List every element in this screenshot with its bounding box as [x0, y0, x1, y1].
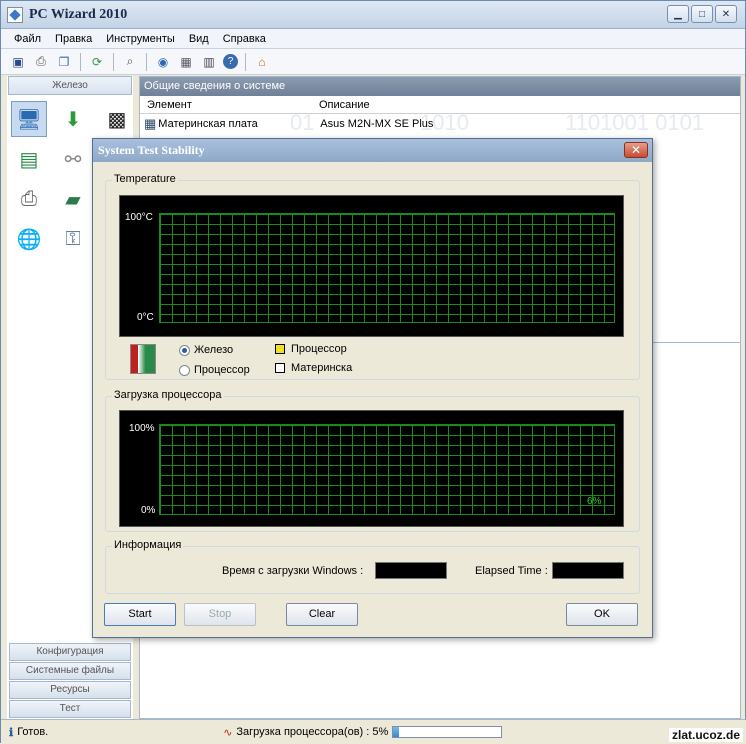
computer-icon[interactable]: 🖥 — [11, 101, 47, 137]
dialog-close-button[interactable]: ✕ — [624, 142, 648, 158]
menu-bar: Файл Правка Инструменты Вид Справка — [1, 29, 745, 49]
save-icon[interactable]: ▣ — [9, 53, 27, 71]
table-row[interactable]: 01 1010 1101001 0101 ▦ Материнская плата… — [140, 110, 740, 135]
minimize-button[interactable]: ▁ — [667, 5, 689, 23]
thermometer-icon — [130, 344, 156, 374]
clear-button[interactable]: Clear — [286, 603, 358, 626]
temp-min-label: 0°C — [137, 312, 154, 323]
temperature-label: Temperature — [112, 173, 178, 185]
panel-header: Общие сведения о системе — [140, 77, 740, 96]
app-logo-icon — [7, 6, 23, 23]
cpu-load-progress — [392, 726, 503, 738]
menu-file[interactable]: Файл — [7, 33, 48, 45]
pulse-icon: ∿ — [223, 726, 233, 739]
toolbar-separator — [245, 52, 246, 71]
video-icon[interactable]: ▤ — [11, 141, 47, 177]
print-icon[interactable]: ⎙ — [32, 53, 50, 71]
resources-tab[interactable]: Ресурсы — [9, 681, 131, 699]
ok-button[interactable]: OK — [566, 603, 638, 626]
config-tab[interactable]: Конфигурация — [9, 643, 131, 661]
temperature-grid — [159, 213, 615, 323]
maximize-button[interactable]: □ — [691, 5, 713, 23]
info-group: Информация Время с загрузки Windows : El… — [105, 539, 640, 594]
close-button[interactable]: ✕ — [715, 5, 737, 23]
motherboard-download-icon[interactable]: ⬇ — [55, 101, 91, 137]
cpu-load-group: Загрузка процессора 100% 0% 6% — [105, 389, 640, 532]
info-label: Информация — [112, 539, 184, 551]
refresh-icon[interactable]: ⟳ — [88, 53, 106, 71]
temperature-group: Temperature 100°C 0°C Железо Процессор П… — [105, 173, 640, 380]
column-description[interactable]: Описание — [312, 96, 370, 113]
menu-tools[interactable]: Инструменты — [99, 33, 182, 45]
dialog-title-bar[interactable]: System Test Stability — [93, 139, 652, 162]
drives-icon[interactable]: ▰ — [55, 181, 91, 217]
elapsed-value — [552, 562, 624, 579]
menu-view[interactable]: Вид — [182, 33, 216, 45]
motherboard-icon: ▦ — [144, 116, 157, 131]
stability-dialog: System Test Stability ✕ Temperature 100°… — [92, 138, 653, 638]
system-files-tab[interactable]: Системные файлы — [9, 662, 131, 680]
temp-max-label: 100°C — [125, 212, 153, 223]
cpu-load-value: 6% — [587, 496, 602, 507]
menu-edit[interactable]: Правка — [48, 33, 99, 45]
legend-motherboard: Материнска — [275, 362, 352, 374]
stop-button[interactable]: Stop — [184, 603, 256, 626]
device-icon[interactable]: ▦ — [177, 53, 195, 71]
toolbar-separator — [113, 52, 114, 71]
watermark: zlat.ucoz.de — [668, 728, 743, 742]
memory-icon[interactable]: ▥ — [200, 53, 218, 71]
radio-cpu[interactable]: Процессор — [179, 364, 250, 376]
toolbar: ▣ ⎙ ❐ ⟳ ⌕ ◉ ▦ ▥ ? ⌂ — [1, 49, 745, 75]
network-icon[interactable]: ◉ — [154, 53, 172, 71]
toolbar-separator — [80, 52, 81, 71]
dialog-title: System Test Stability — [98, 143, 205, 157]
status-bar: ℹ Готов. ∿ Загрузка процессора(ов) : 5% … — [1, 719, 746, 744]
menu-help[interactable]: Справка — [216, 33, 273, 45]
window-title: PC Wizard 2010 — [29, 6, 128, 22]
cpu-min-label: 0% — [141, 505, 156, 516]
temperature-graph: 100°C 0°C — [119, 195, 624, 337]
search-icon[interactable]: ⌕ — [121, 53, 139, 71]
row-description: Asus M2N-MX SE Plus — [320, 118, 434, 130]
cpu-max-label: 100% — [129, 423, 155, 434]
radio-hardware[interactable]: Железо — [179, 344, 233, 356]
legend-cpu: Процессор — [275, 343, 347, 355]
uptime-value — [375, 562, 447, 579]
toolbar-separator — [146, 52, 147, 71]
column-element[interactable]: Элемент — [140, 96, 312, 113]
status-cpu-load: Загрузка процессора(ов) : 5% — [236, 726, 389, 738]
uptime-label: Время с загрузки Windows : — [222, 565, 364, 577]
status-ready: Готов. — [17, 726, 49, 738]
ports-icon[interactable]: ⚯ — [55, 141, 91, 177]
elapsed-label: Elapsed Time : — [475, 565, 548, 577]
info-icon: ℹ — [9, 726, 14, 739]
printer-icon[interactable]: ⎙ — [11, 181, 47, 217]
row-element: Материнская плата — [158, 118, 258, 130]
security-icon[interactable]: ⚿ — [55, 221, 91, 257]
start-button[interactable]: Start — [104, 603, 176, 626]
cpu-load-graph: 100% 0% 6% — [119, 410, 624, 527]
test-tab[interactable]: Тест — [9, 700, 131, 718]
hardware-tab[interactable]: Железо — [8, 76, 132, 95]
cpu-load-label: Загрузка процессора — [112, 389, 224, 401]
home-icon[interactable]: ⌂ — [253, 53, 271, 71]
help-icon[interactable]: ? — [223, 54, 238, 69]
title-bar[interactable]: PC Wizard 2010 ▁ □ ✕ — [1, 1, 745, 29]
cpu-load-grid — [159, 424, 615, 515]
copy-icon[interactable]: ❐ — [55, 53, 73, 71]
cpu-chip-icon[interactable]: ▩ — [99, 101, 135, 137]
globe-icon[interactable]: 🌐 — [11, 221, 47, 257]
